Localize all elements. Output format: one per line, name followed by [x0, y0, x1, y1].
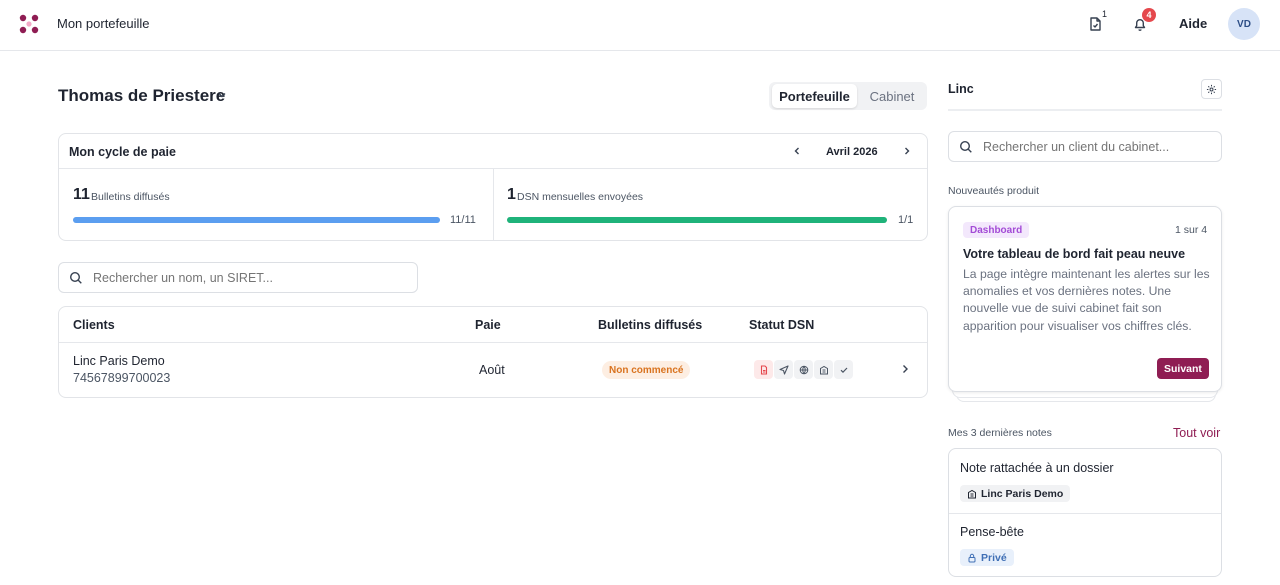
tab-cabinet[interactable]: Cabinet [859, 84, 925, 108]
column-header-clients[interactable]: Clients [73, 318, 115, 332]
chevron-right-icon[interactable] [901, 145, 913, 157]
bulletins-progress-count: 11/11 [450, 214, 476, 226]
sidebar-title-divider [948, 109, 1222, 111]
note-client-tag[interactable]: Linc Paris Demo [960, 485, 1071, 502]
column-header-bulletins[interactable]: Bulletins diffusés [598, 318, 702, 332]
client-siret: 74567899700023 [73, 371, 171, 385]
lock-icon [968, 553, 976, 562]
file-icon[interactable] [754, 360, 773, 379]
pay-cycle-header: Mon cycle de paie Avril 2026 [59, 134, 927, 169]
clients-table: Clients Paie Bulletins diffusés Statut D… [58, 306, 928, 398]
bulletins-progress-fill [73, 217, 440, 223]
building-icon[interactable] [814, 360, 833, 379]
bulletins-status-badge: Non commencé [602, 361, 691, 379]
recent-notes-card: Note rattachée à un dossier Linc Paris D… [948, 448, 1222, 577]
news-next-button[interactable]: Suivant [1157, 358, 1209, 379]
client-search-box[interactable] [58, 262, 418, 293]
notifications-count-badge: 4 [1142, 8, 1156, 22]
news-counter: 1 sur 4 [1175, 224, 1208, 236]
news-title: Votre tableau de bord fait peau neuve [963, 247, 1186, 261]
pay-cycle-card: Mon cycle de paie Avril 2026 11 Bulletin… [58, 133, 928, 241]
stat-divider [493, 169, 494, 240]
check-icon[interactable] [834, 360, 853, 379]
note-private-tag-label: Privé [981, 551, 1007, 564]
settings-gear-icon[interactable] [1201, 79, 1222, 99]
cabinet-search-box[interactable] [948, 131, 1222, 162]
table-header-divider [59, 342, 927, 343]
note-title[interactable]: Pense-bête [960, 525, 1024, 539]
dsn-progress-fill [507, 217, 887, 223]
tab-portefeuille[interactable]: Portefeuille [772, 84, 857, 108]
search-icon [959, 140, 972, 153]
dsn-status-icons [754, 360, 853, 379]
search-icon [69, 271, 82, 284]
bulletins-progress-bar [73, 217, 440, 223]
client-name[interactable]: Linc Paris Demo [73, 354, 165, 368]
cabinet-search-input[interactable] [983, 140, 1213, 154]
bulletins-count: 11 [73, 186, 90, 203]
app-title: Mon portefeuille [57, 16, 150, 31]
client-search-input[interactable] [93, 271, 403, 285]
dsn-progress-count: 1/1 [898, 214, 914, 226]
view-switcher: Portefeuille Cabinet [769, 82, 927, 110]
bulletins-label: Bulletins diffusés [91, 191, 170, 203]
chevron-down-icon[interactable] [216, 89, 228, 101]
dsn-progress-bar [507, 217, 887, 223]
tasks-count: 1 [1102, 9, 1108, 19]
send-icon[interactable] [774, 360, 793, 379]
paie-month: Août [479, 363, 505, 377]
notes-divider [949, 513, 1221, 514]
chevron-left-icon[interactable] [791, 145, 803, 157]
note-client-tag-label: Linc Paris Demo [981, 487, 1064, 500]
row-chevron-right-icon[interactable] [899, 363, 911, 375]
product-news-label: Nouveautés produit [948, 185, 1040, 197]
column-header-paie[interactable]: Paie [475, 318, 501, 332]
note-private-tag: Privé [960, 549, 1014, 566]
globe-icon[interactable] [794, 360, 813, 379]
note-title[interactable]: Note rattachée à un dossier [960, 461, 1114, 475]
dsn-count: 1 [507, 186, 516, 203]
linc-logo-icon[interactable] [18, 13, 40, 35]
see-all-notes-link[interactable]: Tout voir [1173, 426, 1220, 440]
pay-cycle-month: Avril 2026 [826, 146, 878, 158]
portfolio-owner-name[interactable]: Thomas de Priestere [58, 86, 225, 106]
news-body: La page intègre maintenant les alertes s… [963, 267, 1210, 333]
recent-notes-label: Mes 3 dernières notes [948, 427, 1052, 439]
top-bar: Mon portefeuille 1 4 Aide VD [0, 0, 1280, 51]
dsn-label: DSN mensuelles envoyées [517, 191, 644, 203]
pay-cycle-title: Mon cycle de paie [69, 145, 176, 159]
building-icon [968, 489, 976, 498]
help-link[interactable]: Aide [1179, 16, 1207, 31]
news-tag: Dashboard [963, 222, 1030, 238]
user-avatar[interactable]: VD [1228, 8, 1260, 40]
sidebar-title: Linc [948, 82, 974, 96]
product-news-card: Dashboard 1 sur 4 Votre tableau de bord … [948, 206, 1222, 392]
column-header-statut-dsn[interactable]: Statut DSN [749, 318, 814, 332]
